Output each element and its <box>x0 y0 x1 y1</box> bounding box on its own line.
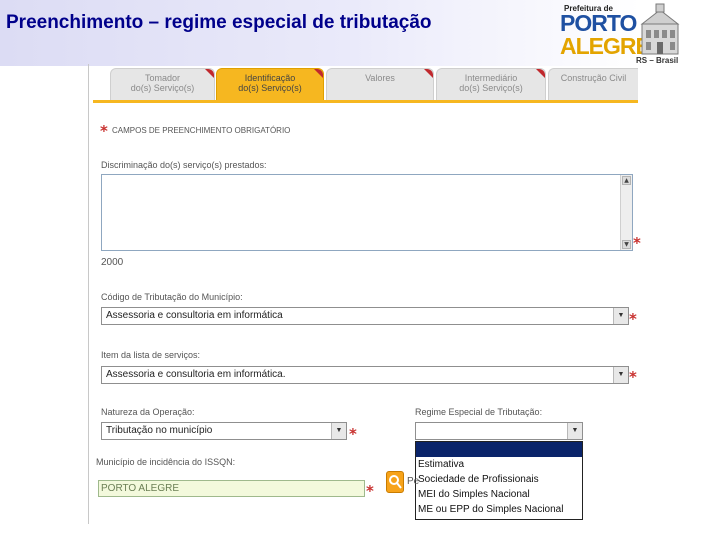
required-fields-note: CAMPOS DE PREENCHIMENTO OBRIGATÓRIO <box>112 126 291 135</box>
chevron-down-icon[interactable]: ▼ <box>567 423 582 439</box>
triangle-down-icon[interactable]: ▼ <box>622 240 631 249</box>
chevron-down-icon[interactable]: ▼ <box>331 423 346 439</box>
asterisk-icon: * <box>633 234 641 252</box>
tab-identificacao[interactable]: Identificação do(s) Serviço(s) <box>216 68 324 100</box>
asterisk-icon: * <box>366 482 374 500</box>
asterisk-icon: * <box>629 368 637 386</box>
codigo-tributacao-select[interactable]: Assessoria e consultoria em informática … <box>101 307 629 325</box>
search-municipio-button[interactable] <box>386 471 404 493</box>
region-label: RS – Brasil <box>636 56 679 65</box>
dropdown-option[interactable]: Sociedade de Profissionais <box>416 472 582 487</box>
slide-title: Preenchimento – regime especial de tribu… <box>6 12 432 33</box>
natureza-operacao-select[interactable]: Tributação no município ▼ <box>101 422 347 440</box>
magnifier-icon <box>389 475 402 489</box>
discriminacao-label: Discriminação do(s) serviço(s) prestados… <box>101 160 267 170</box>
asterisk-icon: * <box>100 122 108 140</box>
tab-intermediario[interactable]: Intermediário do(s) Serviço(s) <box>436 68 546 100</box>
codigo-tributacao-label: Código de Tributação do Município: <box>101 292 243 302</box>
dropdown-option[interactable]: MEI do Simples Nacional <box>416 487 582 502</box>
dropdown-option[interactable]: Estimativa <box>416 457 582 472</box>
asterisk-icon: * <box>349 425 357 443</box>
discriminacao-textarea[interactable]: ▲ ▼ <box>101 174 633 251</box>
municipio-incidencia-label: Município de incidência do ISSQN: <box>96 457 236 467</box>
asterisk-icon: * <box>629 310 637 328</box>
chevron-down-icon[interactable]: ▼ <box>613 367 628 383</box>
chevron-down-icon[interactable]: ▼ <box>613 308 628 324</box>
regime-especial-dropdown-list: Estimativa Sociedade de Profissionais ME… <box>415 441 583 520</box>
natureza-operacao-label: Natureza da Operação: <box>101 407 195 417</box>
item-lista-select[interactable]: Assessoria e consultoria em informática.… <box>101 366 629 384</box>
regime-especial-select[interactable]: ▼ <box>415 422 583 440</box>
city-logo: Prefeitura de PORTO ALEGRE <box>560 4 651 59</box>
tab-tomador[interactable]: Tomador do(s) Serviço(s) <box>110 68 215 100</box>
triangle-up-icon[interactable]: ▲ <box>622 176 631 185</box>
city-hall-icon <box>640 3 680 55</box>
municipio-incidencia-input[interactable]: PORTO ALEGRE <box>98 480 365 497</box>
dropdown-option[interactable] <box>416 442 582 457</box>
textarea-scrollbar[interactable]: ▲ ▼ <box>620 175 632 250</box>
item-lista-label: Item da lista de serviços: <box>101 350 201 360</box>
regime-especial-label: Regime Especial de Tributação: <box>415 407 543 417</box>
search-label-fragment: Pe <box>407 476 420 487</box>
dropdown-option[interactable]: ME ou EPP do Simples Nacional <box>416 502 582 517</box>
tab-construcao-civil[interactable]: Construção Civil <box>548 68 638 100</box>
char-limit: 2000 <box>101 257 124 268</box>
tab-valores[interactable]: Valores <box>326 68 434 100</box>
